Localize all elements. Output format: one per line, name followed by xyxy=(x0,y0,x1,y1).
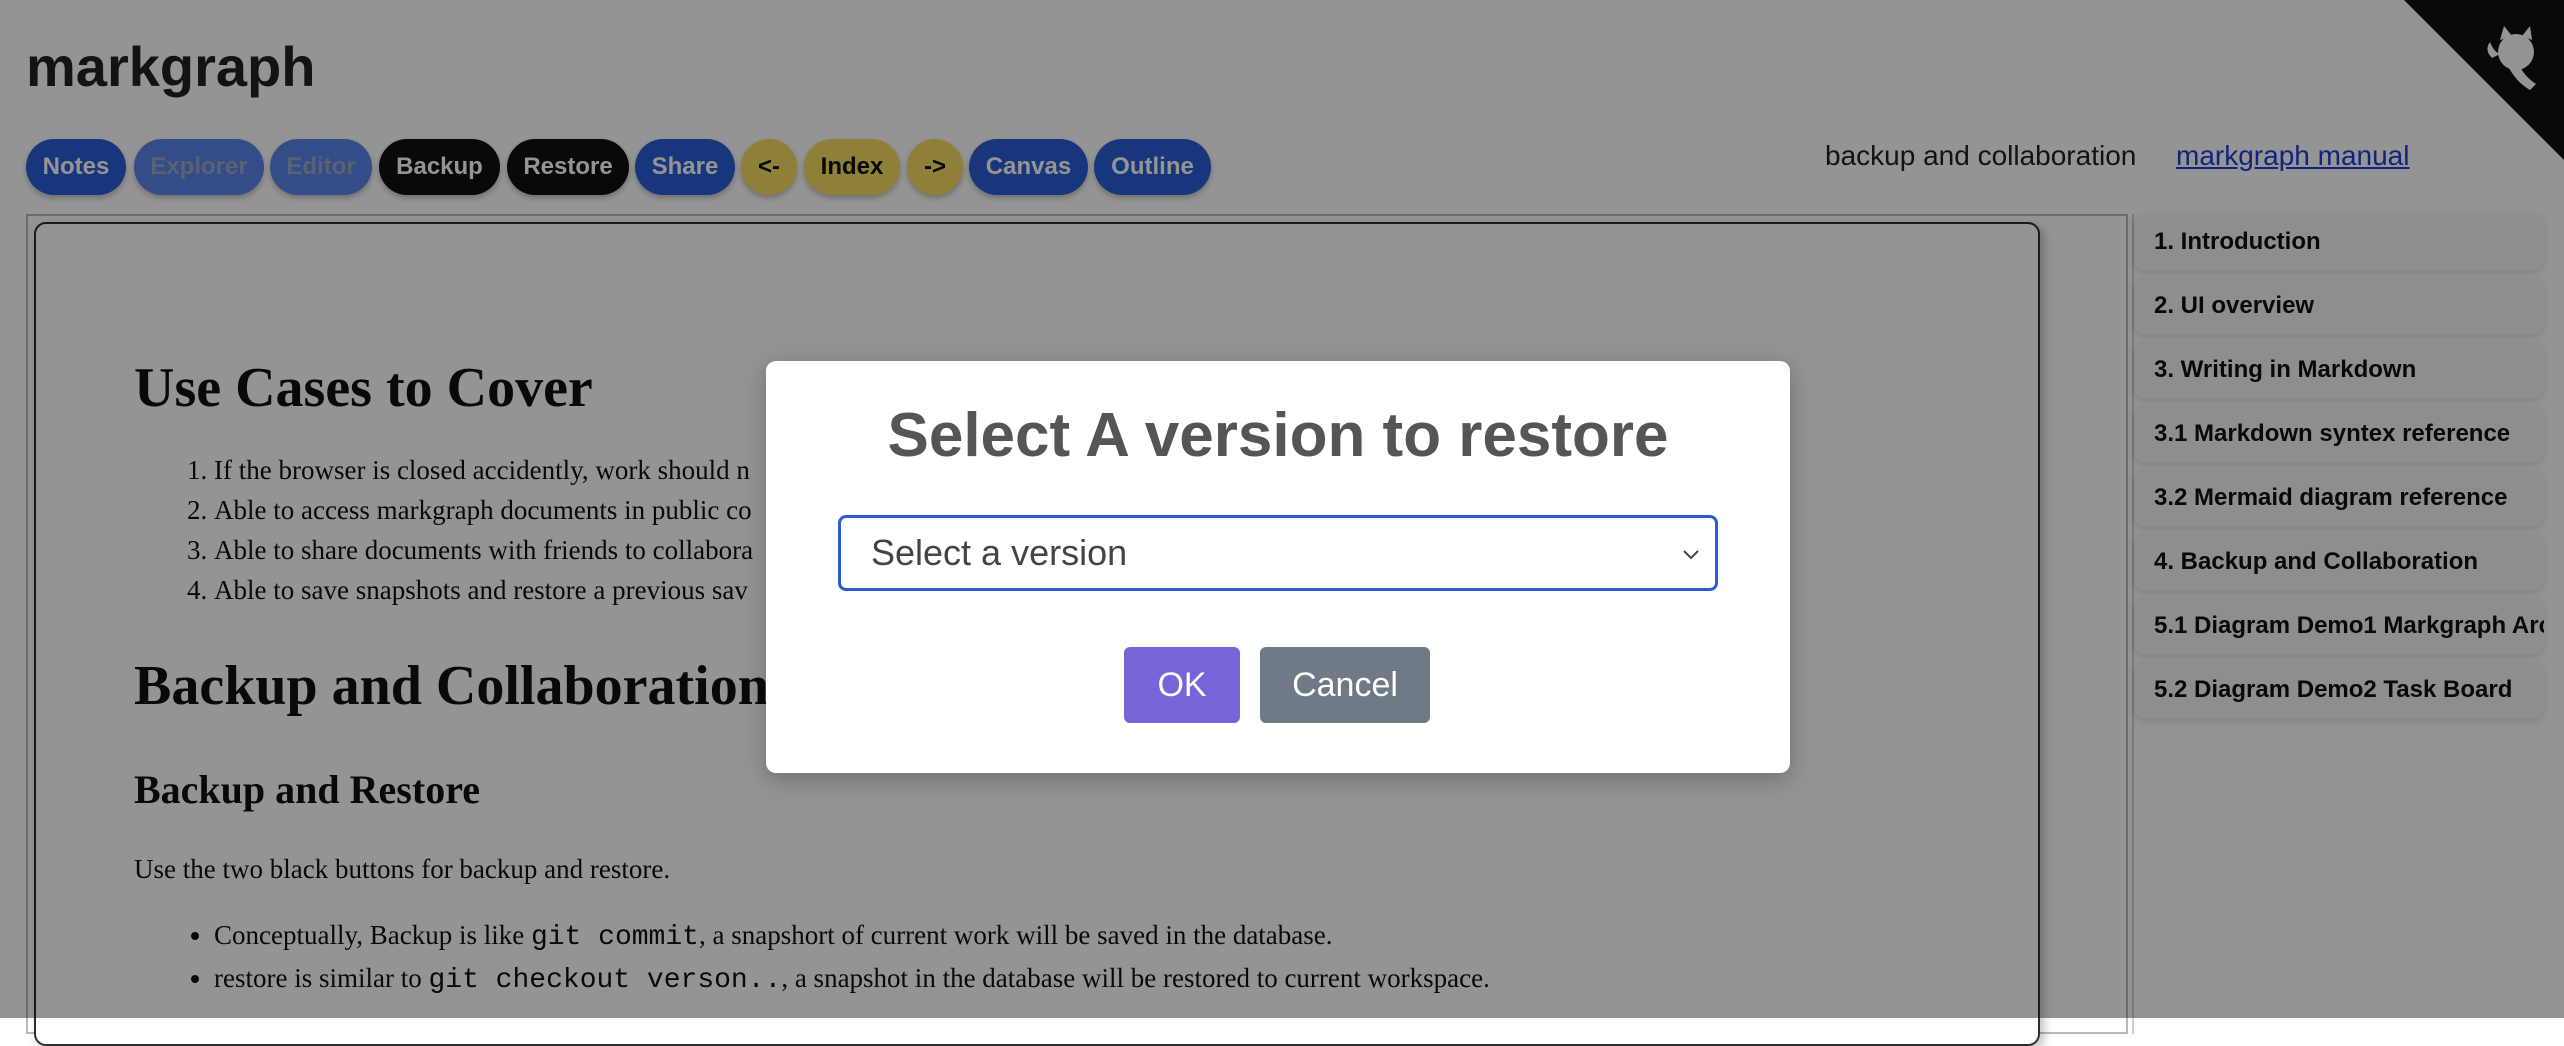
cancel-button[interactable]: Cancel xyxy=(1260,647,1430,723)
dialog-title: Select A version to restore xyxy=(887,401,1669,470)
ok-button[interactable]: OK xyxy=(1124,647,1240,723)
restore-dialog: Select A version to restore Select a ver… xyxy=(766,361,1790,773)
version-select-value: Select a version xyxy=(871,532,1128,573)
chevron-down-icon xyxy=(1683,550,1699,560)
version-select[interactable]: Select a version xyxy=(838,515,1718,591)
